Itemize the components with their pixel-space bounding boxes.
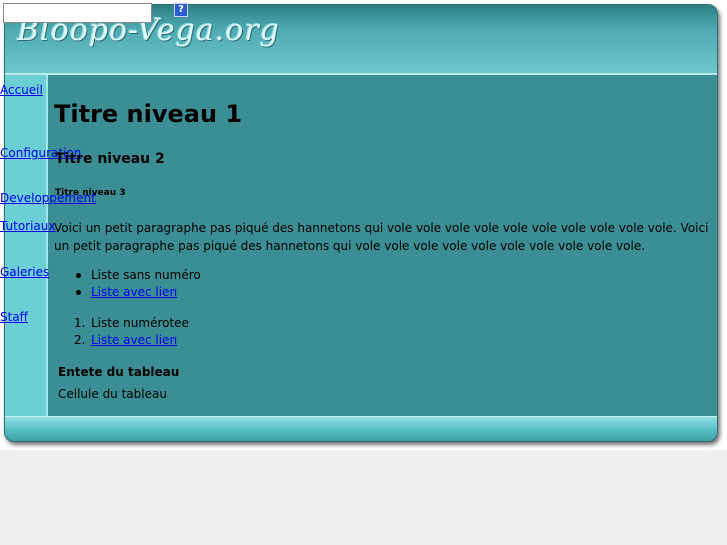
nav-link-staff[interactable]: Staff	[0, 310, 28, 324]
bullet-icon	[76, 273, 81, 278]
nav-link-galeries[interactable]: Galeries	[0, 265, 49, 279]
nav-link-tutoriaux[interactable]: Tutoriaux	[0, 219, 56, 233]
heading-level-3: Titre niveau 3	[55, 188, 126, 198]
ordered-list-number: 2.	[74, 333, 86, 347]
help-icon[interactable]: ?	[174, 3, 188, 17]
unordered-list-link[interactable]: Liste avec lien	[91, 285, 177, 299]
heading-level-2: Titre niveau 2	[55, 151, 165, 167]
site-footer	[5, 416, 717, 441]
table-header-cell: Entete du tableau	[58, 365, 180, 379]
unordered-list-item: Liste sans numéro	[91, 268, 201, 282]
nav-link-accueil[interactable]: Accueil	[0, 83, 43, 97]
sample-paragraph: Voici un petit paragraphe pas piqué des …	[54, 221, 709, 253]
heading-level-1: Titre niveau 1	[54, 100, 243, 128]
search-input[interactable]	[3, 3, 152, 23]
ordered-list-item: Liste numérotee	[91, 316, 189, 330]
ordered-list-number: 1.	[74, 316, 86, 330]
sidebar	[5, 75, 48, 416]
ordered-list-link[interactable]: Liste avec lien	[91, 333, 177, 347]
bullet-icon	[76, 290, 81, 295]
table-cell: Cellule du tableau	[58, 387, 167, 401]
